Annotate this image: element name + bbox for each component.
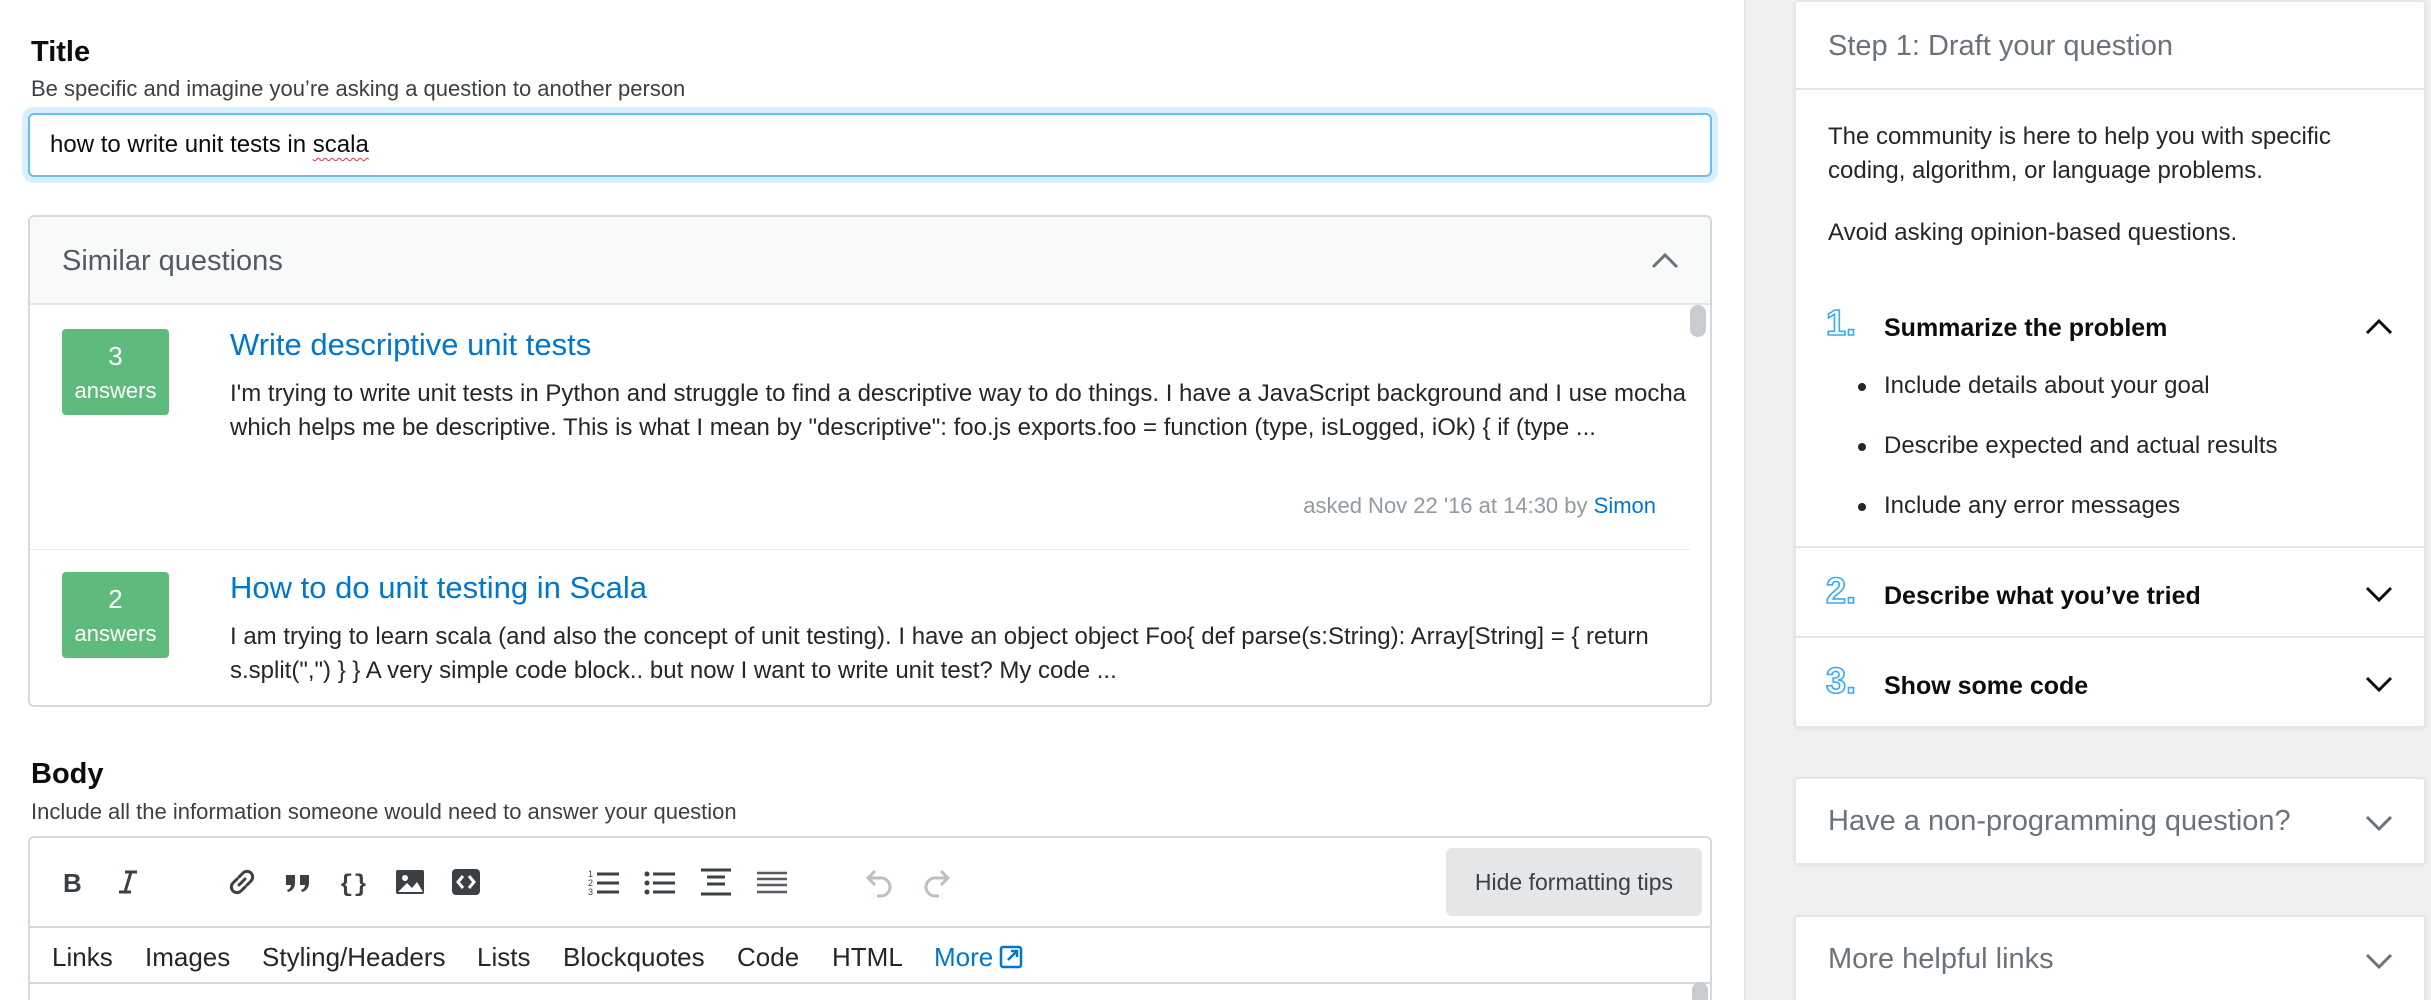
title-input-text: how to write unit tests in — [50, 131, 313, 158]
non-programming-header: Have a non-programming question? — [1828, 805, 2291, 837]
redo-icon[interactable] — [918, 864, 954, 900]
intro-paragraph: Avoid asking opinion-based questions. — [1828, 219, 2238, 246]
similar-questions-panel: Similar questions 3 answers Write descri… — [28, 215, 1712, 707]
draft-question-header: Step 1: Draft your question — [1828, 30, 2173, 62]
tip-lists[interactable]: Lists — [477, 942, 530, 973]
chevron-down-icon[interactable] — [2364, 949, 2394, 973]
step-number: 3. — [1825, 659, 1857, 702]
more-tips-label: More — [934, 942, 994, 972]
body-label: Body — [31, 758, 104, 790]
title-label: Title — [31, 36, 91, 68]
tip-blockquotes[interactable]: Blockquotes — [563, 942, 705, 973]
bold-icon[interactable]: B — [54, 864, 90, 900]
non-programming-card[interactable]: Have a non-programming question? — [1794, 777, 2426, 865]
step-number: 1. — [1825, 301, 1857, 344]
step-title: Describe what you’ve tried — [1884, 582, 2201, 610]
divider — [1796, 88, 2424, 90]
more-tips-link[interactable]: More — [934, 942, 1023, 973]
similar-questions-title: Similar questions — [62, 245, 283, 277]
image-icon[interactable] — [392, 864, 428, 900]
divider — [30, 549, 1690, 550]
bullet-item: Include any error messages — [1857, 492, 2181, 519]
answer-count-label: answers — [74, 621, 157, 646]
answer-count-badge: 3 answers — [62, 329, 169, 415]
chevron-up-icon[interactable] — [2364, 314, 2394, 338]
unordered-list-icon[interactable] — [642, 864, 678, 900]
body-editor: B {} 123 Hide formatting tips Links Imag… — [28, 836, 1712, 1000]
intro-paragraph: The community is here to help you with s… — [1828, 123, 2331, 184]
svg-text:3: 3 — [588, 887, 593, 897]
formatting-tips-tabs: Links Images Styling/Headers Lists Block… — [30, 926, 1710, 984]
tip-styling-headers[interactable]: Styling/Headers — [262, 942, 446, 973]
blockquote-icon[interactable] — [280, 864, 316, 900]
answer-count: 2 — [108, 584, 123, 614]
answer-count: 3 — [108, 341, 123, 371]
scrollbar-thumb[interactable] — [1690, 305, 1706, 337]
answer-count-badge: 2 answers — [62, 572, 169, 658]
step-number: 2. — [1825, 569, 1857, 612]
step-title: Show some code — [1884, 672, 2089, 700]
code-icon[interactable]: {} — [336, 864, 372, 900]
tip-html[interactable]: HTML — [832, 942, 903, 973]
question-meta: asked Nov 22 '16 at 14:30 by Simon — [1303, 493, 1656, 519]
helpful-links-card[interactable]: More helpful links — [1794, 915, 2426, 1000]
link-icon[interactable] — [224, 864, 260, 900]
tip-images[interactable]: Images — [145, 942, 230, 973]
undo-icon[interactable] — [862, 864, 898, 900]
svg-text:B: B — [63, 868, 82, 898]
bullet-item: Describe expected and actual results — [1858, 432, 2278, 459]
divider — [1796, 636, 2424, 638]
hide-formatting-tips-button[interactable]: Hide formatting tips — [1446, 848, 1702, 916]
chevron-down-icon[interactable] — [2364, 811, 2394, 835]
ordered-list-icon[interactable]: 123 — [586, 864, 622, 900]
helpful-links-header: More helpful links — [1828, 943, 2054, 975]
editor-toolbar: B {} 123 Hide formatting tips — [30, 838, 1710, 926]
question-excerpt: I am trying to learn scala (and also the… — [230, 623, 1649, 684]
question-form: Title Be specific and imagine you’re ask… — [0, 0, 1746, 1000]
chevron-down-icon[interactable] — [2364, 582, 2394, 606]
svg-text:{}: {} — [339, 872, 368, 899]
draft-question-card: Step 1: Draft your question The communit… — [1794, 0, 2426, 728]
title-description: Be specific and imagine you’re asking a … — [31, 76, 686, 101]
body-description: Include all the information someone woul… — [31, 799, 737, 824]
tip-links[interactable]: Links — [52, 942, 113, 973]
title-input[interactable]: how to write unit tests in scala — [28, 113, 1712, 177]
italic-icon[interactable] — [110, 864, 146, 900]
external-link-icon — [1000, 945, 1023, 969]
bullet-item: Include details about your goal — [1858, 372, 2210, 399]
similar-questions-header[interactable]: Similar questions — [30, 217, 1710, 305]
misspelled-word: scala — [312, 131, 369, 158]
question-link[interactable]: How to do unit testing in Scala — [230, 570, 647, 606]
chevron-down-icon[interactable] — [2364, 672, 2394, 696]
heading-icon[interactable] — [698, 864, 734, 900]
question-excerpt: I'm trying to write unit tests in Python… — [230, 380, 1687, 441]
step-title: Summarize the problem — [1884, 314, 2168, 342]
editor-scrollbar-thumb[interactable] — [1692, 982, 1708, 1000]
divider — [1796, 546, 2424, 548]
asked-date: asked Nov 22 '16 at 14:30 by — [1303, 493, 1594, 518]
horizontal-rule-icon[interactable] — [754, 864, 790, 900]
snippet-icon[interactable] — [448, 864, 484, 900]
user-link[interactable]: Simon — [1594, 493, 1656, 518]
tip-code[interactable]: Code — [737, 942, 799, 973]
answer-count-label: answers — [74, 378, 157, 403]
chevron-up-icon[interactable] — [1650, 247, 1680, 273]
question-link[interactable]: Write descriptive unit tests — [230, 327, 591, 363]
